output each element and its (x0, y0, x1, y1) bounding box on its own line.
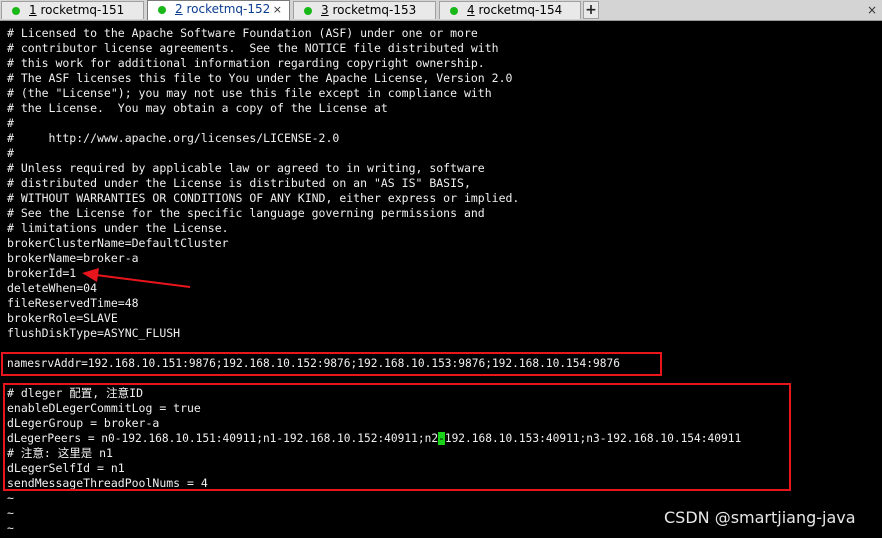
terminal-line: # limitations under the License. (7, 221, 229, 235)
connected-status-icon (304, 7, 312, 15)
terminal-line: # See the License for the specific langu… (7, 206, 485, 220)
terminal-line: # http://www.apache.org/licenses/LICENSE… (7, 131, 340, 145)
terminal-line: brokerRole=SLAVE (7, 311, 118, 325)
terminal-line: # (7, 116, 14, 130)
tab-rocketmq-151[interactable]: 1 rocketmq-151 (1, 1, 144, 19)
terminal-line: deleteWhen=04 (7, 281, 98, 295)
terminal-line: # distributed under the License is distr… (7, 176, 471, 190)
tab-title: rocketmq-154 (478, 3, 563, 17)
tab-rocketmq-153[interactable]: 3 rocketmq-153 (293, 1, 436, 19)
terminal-line: # (7, 146, 14, 160)
connected-status-icon (12, 7, 20, 15)
tilde-line: ~ (7, 491, 14, 505)
terminal-line: # (the "License"); you may not use this … (7, 86, 492, 100)
terminal-line: # contributor license agreements. See th… (7, 41, 499, 55)
highlight-box-dleger (3, 383, 791, 491)
terminal-line: # the License. You may obtain a copy of … (7, 101, 388, 115)
terminal-line: # The ASF licenses this file to You unde… (7, 71, 513, 85)
connected-status-icon (450, 7, 458, 15)
terminal-line: # Licensed to the Apache Software Founda… (7, 26, 478, 40)
tab-rocketmq-154[interactable]: 4 rocketmq-154 (439, 1, 581, 19)
terminal-line: # Unless required by applicable law or a… (7, 161, 485, 175)
tilde-line: ~ (7, 506, 14, 520)
terminal-line: # this work for additional information r… (7, 56, 485, 70)
tab-title: rocketmq-151 (40, 3, 125, 17)
tab-rocketmq-152[interactable]: 2 rocketmq-152 × (147, 0, 290, 20)
add-tab-button[interactable]: + (583, 1, 599, 19)
terminal-line: flushDiskType=ASYNC_FLUSH (7, 326, 181, 340)
tab-number: 4 (467, 3, 475, 17)
tab-number: 2 (175, 2, 183, 16)
close-icon[interactable]: × (863, 1, 881, 19)
watermark: CSDN @smartjiang-java (664, 508, 856, 527)
terminal-line: fileReservedTime=48 (7, 296, 139, 310)
terminal-line: # WITHOUT WARRANTIES OR CONDITIONS OF AN… (7, 191, 520, 205)
tilde-line: ~ (7, 521, 14, 535)
tab-title: rocketmq-153 (332, 3, 417, 17)
highlight-box-namesrv (1, 352, 662, 376)
tab-bar: 1 rocketmq-151 2 rocketmq-152 × 3 rocket… (0, 0, 882, 21)
tab-number: 3 (321, 3, 329, 17)
connected-status-icon (158, 6, 166, 14)
tab-title: rocketmq-152 (186, 2, 271, 16)
close-tab-icon[interactable]: × (273, 1, 282, 18)
terminal-line: brokerId=1 (7, 266, 77, 280)
terminal-line: brokerName=broker-a (7, 251, 139, 265)
terminal-line: brokerClusterName=DefaultCluster (7, 236, 229, 250)
tab-number: 1 (29, 3, 37, 17)
